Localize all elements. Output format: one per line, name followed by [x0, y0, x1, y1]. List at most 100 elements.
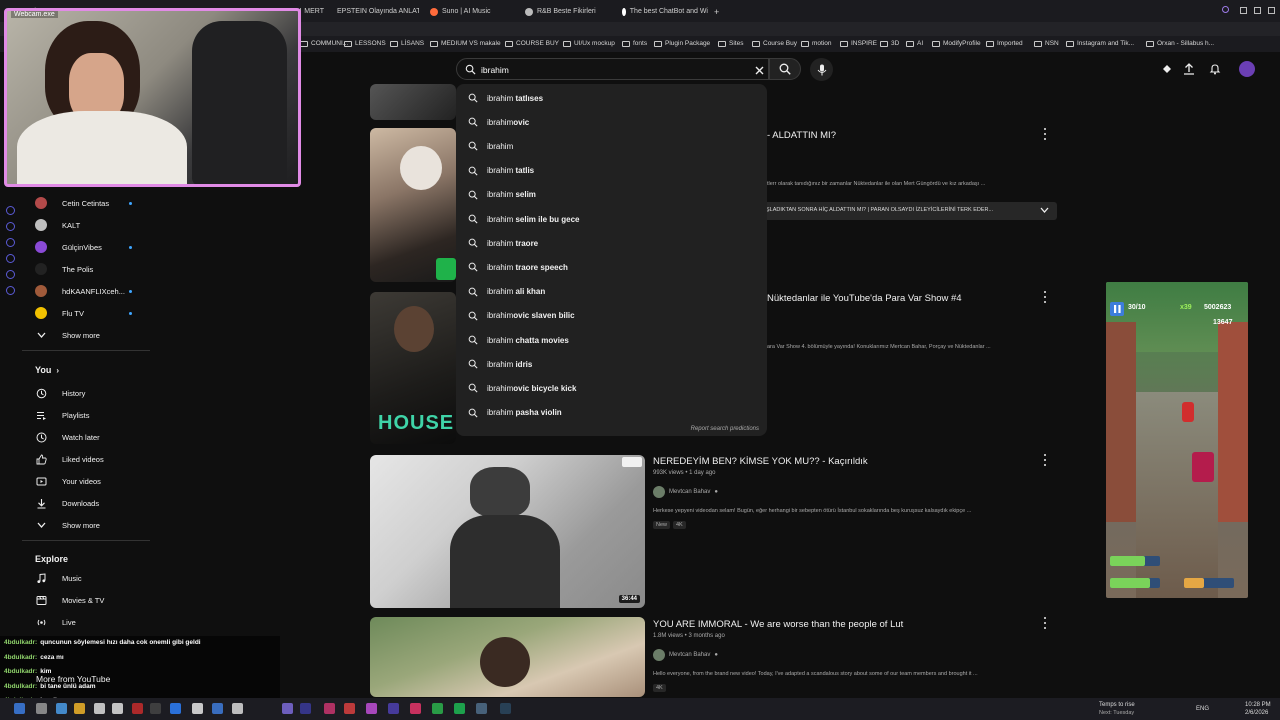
channel-avatar[interactable]	[653, 486, 665, 498]
video-thumbnail[interactable]: HOUSE OF	[370, 292, 456, 444]
search-box[interactable]	[456, 58, 769, 80]
task-view-icon[interactable]	[56, 703, 67, 714]
rail-icon[interactable]	[6, 286, 15, 295]
video-title[interactable]: Nüktedanlar ile YouTube'da Para Var Show…	[767, 293, 962, 304]
bookmark-item[interactable]: Instagram and Tik...	[1066, 40, 1134, 47]
app-icon[interactable]	[410, 703, 421, 714]
video-title[interactable]: YOU ARE IMMORAL - We are worse than the …	[653, 619, 903, 630]
sidebar-item-playlists[interactable]: Playlists	[22, 405, 150, 425]
app-icon[interactable]	[112, 703, 123, 714]
browser-tab[interactable]: Suno | AI Music	[430, 5, 510, 18]
bookmark-item[interactable]: motion	[801, 40, 832, 47]
search-suggestion[interactable]: ibrahim selim	[456, 183, 767, 207]
pause-button[interactable]	[1110, 302, 1124, 316]
rail-icon[interactable]	[6, 222, 15, 231]
sidebar-item-live[interactable]: Live	[22, 612, 150, 632]
sidebar-item-downloads[interactable]: Downloads	[22, 493, 150, 513]
bookmark-item[interactable]: fonts	[622, 40, 647, 47]
bookmark-item[interactable]: COURSE BUY	[505, 40, 559, 47]
sidebar-item-history[interactable]: History	[22, 383, 150, 403]
sidebar-item-watch-later[interactable]: Watch later	[22, 427, 150, 447]
video-thumbnail[interactable]	[370, 617, 645, 697]
app-icon[interactable]	[94, 703, 105, 714]
file-explorer-icon[interactable]	[74, 703, 85, 714]
video-title[interactable]: NEREDEYİM BEN? KİMSE YOK MU?? - Kaçırıld…	[653, 456, 868, 467]
app-icon[interactable]	[192, 703, 203, 714]
rail-icon[interactable]	[6, 238, 15, 247]
you-section-heading[interactable]: You ›	[35, 365, 59, 375]
maximize-icon[interactable]	[1254, 7, 1261, 14]
more-options-icon[interactable]	[1042, 454, 1048, 466]
search-suggestion[interactable]: ibrahim pasha violin	[456, 401, 767, 425]
browser-tab[interactable]: R&B Beste Fikirleri	[525, 5, 605, 18]
language-indicator[interactable]: ENG	[1196, 706, 1209, 712]
clear-search-icon[interactable]	[754, 63, 765, 75]
new-tab-button[interactable]: +	[714, 5, 724, 18]
channel-info[interactable]: Mevtcan Bahav ●	[653, 649, 718, 661]
aftereffects-icon[interactable]	[300, 703, 311, 714]
search-suggestion[interactable]: ibrahim tatlis	[456, 159, 767, 183]
sidebar-item-your-videos[interactable]: Your videos	[22, 471, 150, 491]
video-title[interactable]: - ALDATTIN MI?	[767, 130, 836, 141]
sidebar-item-music[interactable]: Music	[22, 568, 150, 588]
bookmark-item[interactable]: Plugin Package	[654, 40, 710, 47]
bookmark-item[interactable]: NSN	[1034, 40, 1059, 47]
report-predictions-link[interactable]: Report search predictions	[691, 426, 759, 432]
subscription-item[interactable]: GülçinVibes	[22, 237, 150, 257]
steam-icon[interactable]	[500, 703, 511, 714]
bookmark-item[interactable]: MEDIUM VS makale	[430, 40, 501, 47]
subscription-item[interactable]: KALT	[22, 215, 150, 235]
app-icon[interactable]	[132, 703, 143, 714]
show-more-button[interactable]: Show more	[22, 325, 150, 345]
search-button[interactable]	[769, 58, 801, 80]
clock-date[interactable]: 2/6/2026	[1245, 710, 1268, 716]
search-suggestion[interactable]: ibrahim ali khan	[456, 280, 767, 304]
voice-search-button[interactable]	[810, 58, 833, 81]
avatar[interactable]	[1239, 61, 1255, 77]
subscription-item[interactable]: Cetin Cetintas	[22, 193, 150, 213]
app-icon[interactable]	[366, 703, 377, 714]
bookmark-item[interactable]: COMMUNI...	[300, 40, 348, 47]
channel-name[interactable]: Mevtcan Bahav	[669, 652, 710, 658]
app-icon[interactable]	[212, 703, 223, 714]
more-options-icon[interactable]	[1042, 291, 1048, 303]
app-icon[interactable]	[344, 703, 355, 714]
minimize-icon[interactable]	[1240, 7, 1247, 14]
search-suggestion[interactable]: ibrahim idris	[456, 352, 767, 376]
sidebar-item-movies-tv[interactable]: Movies & TV	[22, 590, 150, 610]
subscription-item[interactable]: hdKAANFLIXceh...	[22, 281, 150, 301]
bookmark-item[interactable]: UI/Ux mockup	[563, 40, 615, 47]
bookmark-item[interactable]: Course Buy	[752, 40, 797, 47]
bookmark-item[interactable]: Imported	[986, 40, 1023, 47]
search-suggestion[interactable]: ibrahimovic slaven bilic	[456, 304, 767, 328]
bookmark-item[interactable]: Orxan - Sillabus h...	[1146, 40, 1214, 47]
rail-icon[interactable]	[6, 270, 15, 279]
discord-icon[interactable]	[282, 703, 293, 714]
weather-text[interactable]: Temps to rise	[1099, 702, 1135, 708]
chapter-bar[interactable]: ŞLADIKTAN SONRA HİÇ ALDATTIN MI? | PARAN…	[760, 202, 1057, 220]
app-icon[interactable]	[324, 703, 335, 714]
browser-tab[interactable]: EPSTEIN Olayında ANLAT	[333, 5, 419, 18]
search-suggestion[interactable]: ibrahimovic bicycle kick	[456, 376, 767, 400]
whatsapp-icon[interactable]	[432, 703, 443, 714]
bookmark-item[interactable]: INSPIRE	[840, 40, 877, 47]
browser-tab[interactable]: MERT	[300, 5, 324, 18]
bookmark-item[interactable]: Sites	[718, 40, 743, 47]
search-suggestion[interactable]: ibrahim traore speech	[456, 255, 767, 279]
bookmark-item[interactable]: LESSONS	[344, 40, 386, 47]
show-more-button[interactable]: Show more	[22, 515, 150, 535]
search-suggestion[interactable]: ibrahim traore	[456, 231, 767, 255]
app-icon[interactable]	[232, 703, 243, 714]
subscription-item[interactable]: Flu TV	[22, 303, 150, 323]
subscription-item[interactable]: The Polis	[22, 259, 150, 279]
app-icon[interactable]	[388, 703, 399, 714]
search-tabs-icon[interactable]	[1222, 6, 1229, 13]
browser-tab[interactable]: The best ChatBot and Wi	[622, 5, 708, 18]
video-thumbnail[interactable]: 36:44	[370, 455, 645, 608]
video-thumbnail[interactable]	[370, 128, 456, 282]
create-icon[interactable]	[1160, 62, 1174, 76]
search-suggestion[interactable]: ibrahim	[456, 134, 767, 158]
spotify-icon[interactable]	[454, 703, 465, 714]
video-thumbnail[interactable]	[370, 84, 456, 120]
channel-name[interactable]: Mevtcan Bahav	[669, 489, 710, 495]
